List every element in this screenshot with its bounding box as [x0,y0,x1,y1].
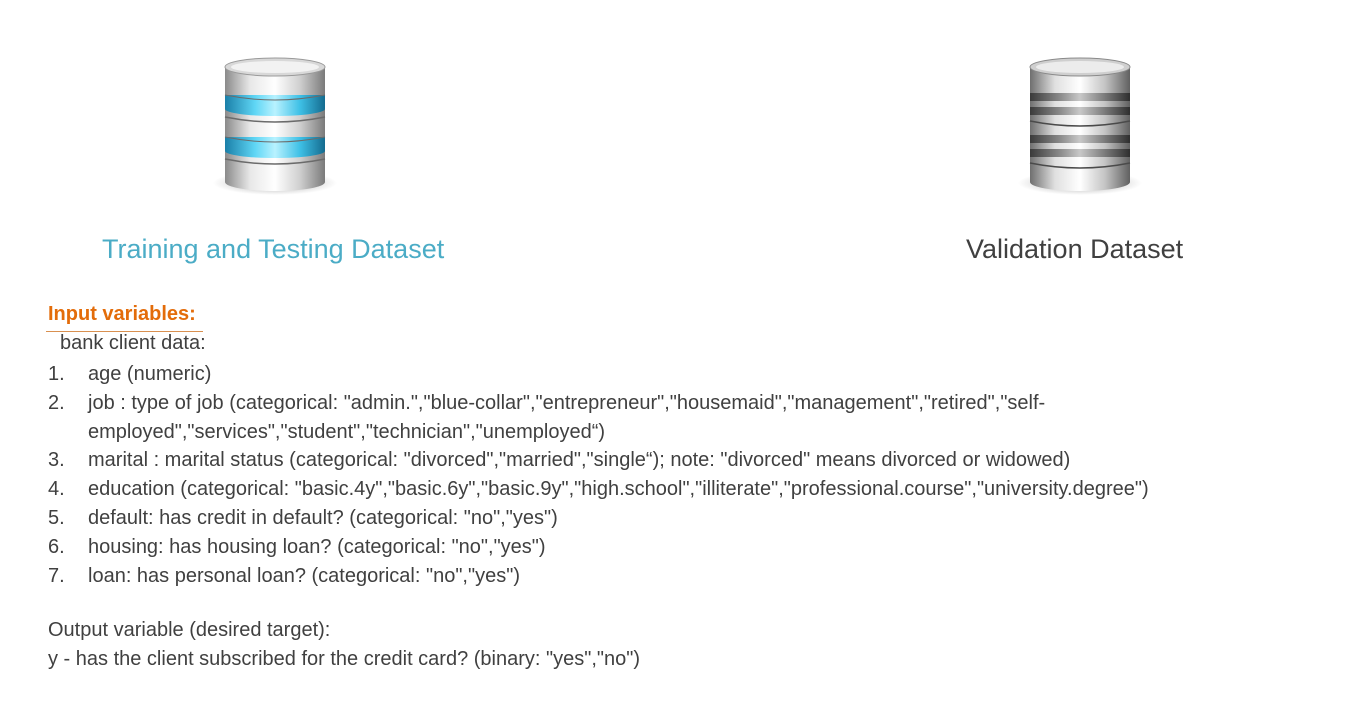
list-item-text: education (categorical: "basic.4y","basi… [88,478,1149,501]
list-item: 5. default: has credit in default? (cate… [48,504,1149,533]
list-number: 2. [48,391,65,414]
input-variable-list: 1. age (numeric) 2. job : type of job (c… [48,360,1149,590]
list-item-text: default: has credit in default? (categor… [88,506,558,529]
validation-dataset-caption: Validation Dataset [966,234,1184,264]
list-item-text: job : type of job (categorical: "admin."… [88,391,1046,414]
bank-client-data-subheading: bank client data: [60,332,206,354]
list-item: 1. age (numeric) [48,360,1149,389]
list-item-text: housing: has housing loan? (categorical:… [88,535,546,558]
list-item-text: loan: has personal loan? (categorical: "… [88,564,520,587]
list-item-text: age (numeric) [88,363,212,385]
list-number: 4. [48,478,65,501]
list-item: 6. housing: has housing loan? (categoric… [48,533,1149,562]
output-variable-description: y - has the client subscribed for the cr… [48,648,640,670]
list-item: 4. education (categorical: "basic.4y","b… [48,475,1149,504]
list-item-text-continued: employed","services","student","technici… [88,420,606,443]
output-variable-label: Output variable (desired target): [48,619,331,641]
database-icon [210,55,340,200]
list-item: 2. job : type of job (categorical: "admi… [48,389,1149,447]
input-variables-heading: Input variables: [48,303,196,325]
database-icon [1015,55,1145,200]
list-item-text: marital : marital status (categorical: "… [88,449,1071,472]
list-number: 1. [48,363,65,385]
list-item: 3. marital : marital status (categorical… [48,446,1149,475]
list-item: 7. loan: has personal loan? (categorical… [48,562,1149,591]
training-testing-dataset-caption: Training and Testing Dataset [102,234,445,264]
list-number: 3. [48,449,65,472]
list-number: 6. [48,535,65,558]
list-number: 7. [48,564,65,587]
list-number: 5. [48,506,65,529]
